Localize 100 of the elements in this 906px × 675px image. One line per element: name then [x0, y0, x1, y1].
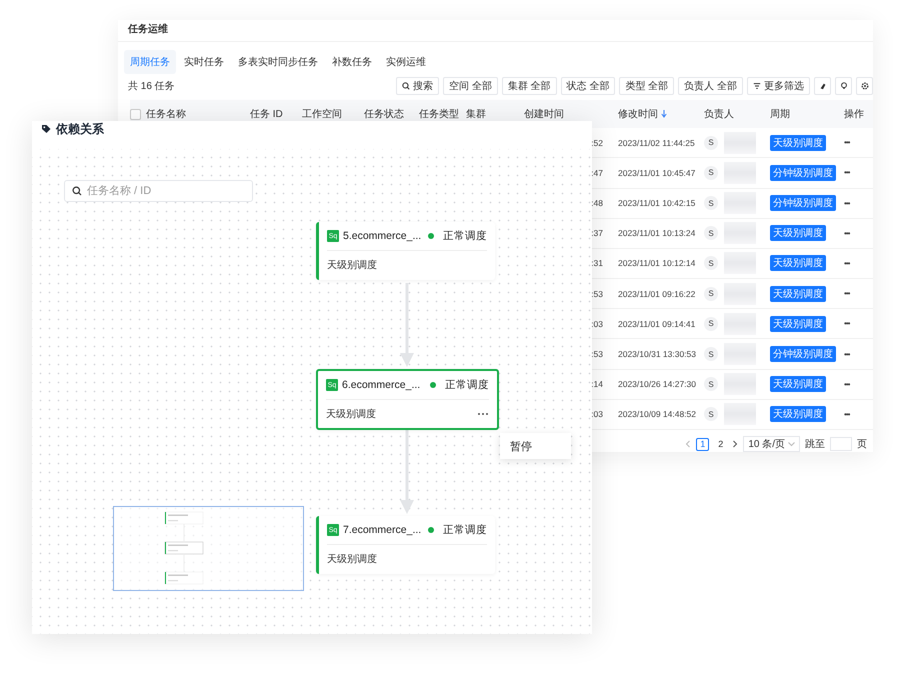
- window-title: 任务运维: [118, 20, 873, 42]
- table-cell-text: 2023/11/02 11:44:25: [618, 138, 696, 148]
- table-cell: :37: [591, 228, 603, 238]
- toolbar-button[interactable]: [835, 77, 852, 96]
- more-actions-button[interactable]: •••: [844, 258, 873, 268]
- node-schedule: 天级别调度: [326, 408, 376, 421]
- table-cell: :53: [591, 288, 603, 299]
- table-cell-text: 2023/11/01 10:12:14: [618, 258, 696, 268]
- schedule-tag: 天级别调度: [770, 286, 826, 302]
- task-count: 共 16 任务: [128, 80, 175, 94]
- avatar: S: [704, 136, 718, 150]
- avatar: S: [704, 377, 718, 392]
- table-cell-text: 2023/10/26 14:27:30: [618, 379, 697, 390]
- tab[interactable]: 周期任务: [124, 50, 176, 74]
- avatar: S: [704, 256, 718, 270]
- avatar: S: [704, 166, 718, 180]
- bulb-icon: [840, 82, 848, 90]
- schedule-tag: 天级别调度: [770, 225, 826, 242]
- next-page-icon[interactable]: [732, 440, 738, 448]
- column-header[interactable]: 负责人: [704, 107, 770, 122]
- tab[interactable]: 实例运维: [380, 50, 432, 74]
- filter-dropdown[interactable]: 负责人 全部: [678, 77, 743, 96]
- more-icon[interactable]: [477, 412, 489, 416]
- tab[interactable]: 实时任务: [178, 50, 230, 74]
- tab[interactable]: 多表实时同步任务: [232, 50, 324, 74]
- column-header[interactable]: 任务名称: [146, 107, 250, 122]
- menu-item[interactable]: 暂停: [510, 438, 532, 454]
- avatar: S: [704, 286, 718, 301]
- more-actions-button[interactable]: •••: [844, 198, 873, 208]
- search-field[interactable]: 任务名称 / ID: [64, 180, 253, 202]
- status-dot: [428, 527, 434, 533]
- status-dot: [430, 382, 436, 388]
- avatar: S: [704, 407, 718, 422]
- search-icon: [72, 186, 82, 196]
- node-schedule: 天级别调度: [327, 258, 377, 272]
- schedule-tag: 天级别调度: [770, 255, 826, 272]
- page-size-dropdown[interactable]: 10 条/页: [743, 436, 800, 452]
- filter-icon: [753, 82, 761, 90]
- sort-arrow-icon: [661, 110, 667, 118]
- table-cell-text: 2023/11/01 10:45:47: [618, 168, 696, 178]
- more-actions-button[interactable]: •••: [844, 138, 873, 148]
- column-header[interactable]: 集群: [466, 107, 524, 122]
- table-cell: :03: [591, 409, 603, 420]
- node-status: 正常调度: [443, 229, 487, 243]
- schedule-tag: 分钟级别调度: [770, 195, 836, 212]
- schedule-tag: 分钟级别调度: [770, 346, 836, 362]
- page-button[interactable]: 1: [696, 438, 710, 450]
- avatar: S: [704, 316, 718, 331]
- tag-icon: [41, 124, 51, 134]
- table-cell-text: 2023/11/01 10:42:15: [618, 198, 696, 208]
- column-header[interactable]: 周期: [770, 107, 844, 122]
- more-actions-button[interactable]: •••: [844, 350, 873, 359]
- table-cell-text: 2023/11/01 09:16:22: [618, 288, 696, 299]
- search-icon: [402, 82, 410, 90]
- brush-icon: [818, 82, 826, 90]
- toolbar-button[interactable]: [814, 77, 831, 96]
- settings-icon: [860, 82, 868, 90]
- node-status: 正常调度: [445, 378, 489, 392]
- jump-label: 跳至: [805, 438, 825, 451]
- avatar: S: [704, 347, 718, 362]
- schedule-tag: 天级别调度: [770, 316, 826, 332]
- table-cell-text: 2023/10/31 13:30:53: [618, 349, 697, 360]
- tab[interactable]: 补数任务: [326, 50, 378, 74]
- more-actions-button[interactable]: •••: [844, 228, 873, 238]
- schedule-tag: 天级别调度: [770, 134, 826, 151]
- avatar: S: [704, 226, 718, 240]
- node-name: 7.ecommerce_...: [343, 524, 422, 536]
- page-label: 页: [857, 438, 867, 451]
- more-actions-button[interactable]: •••: [844, 380, 873, 389]
- table-cell-text: 2023/11/01 09:14:41: [618, 318, 696, 329]
- filter-dropdown[interactable]: 空间 全部: [443, 77, 498, 96]
- column-header[interactable]: 任务 ID: [250, 107, 302, 122]
- node-schedule: 天级别调度: [327, 552, 377, 566]
- status-dot: [428, 233, 434, 239]
- filter-dropdown[interactable]: 状态 全部: [560, 77, 616, 96]
- schedule-tag: 天级别调度: [770, 376, 826, 392]
- table-cell: :48: [591, 198, 603, 208]
- column-header[interactable]: 操作: [844, 107, 873, 122]
- more-filters-button[interactable]: 更多筛选: [747, 77, 810, 96]
- filter-dropdown[interactable]: 集群 全部: [502, 77, 557, 96]
- filter-dropdown[interactable]: 类型 全部: [619, 77, 674, 96]
- table-cell-text: 2023/10/09 14:48:52: [618, 409, 697, 420]
- search-button[interactable]: 搜索: [396, 77, 440, 96]
- more-actions-button[interactable]: •••: [844, 319, 873, 328]
- page-input[interactable]: [830, 437, 852, 451]
- column-header[interactable]: 任务类型: [419, 107, 466, 122]
- table-cell: :53: [591, 349, 603, 360]
- table-cell: :14: [591, 379, 603, 390]
- column-header[interactable]: 任务状态: [364, 107, 419, 122]
- select-all-checkbox[interactable]: [130, 108, 141, 120]
- table-cell-text: 2023/11/01 10:13:24: [618, 228, 696, 238]
- more-actions-button[interactable]: •••: [844, 410, 873, 419]
- node-name: 5.ecommerce_...: [343, 230, 422, 242]
- more-actions-button[interactable]: •••: [844, 289, 873, 298]
- table-cell: :31: [591, 258, 603, 268]
- settings-button[interactable]: [856, 77, 873, 96]
- column-header[interactable]: 创建时间: [524, 107, 618, 122]
- column-header[interactable]: 工作空间: [302, 107, 364, 122]
- more-actions-button[interactable]: •••: [844, 168, 873, 178]
- column-header[interactable]: 修改时间: [618, 107, 704, 122]
